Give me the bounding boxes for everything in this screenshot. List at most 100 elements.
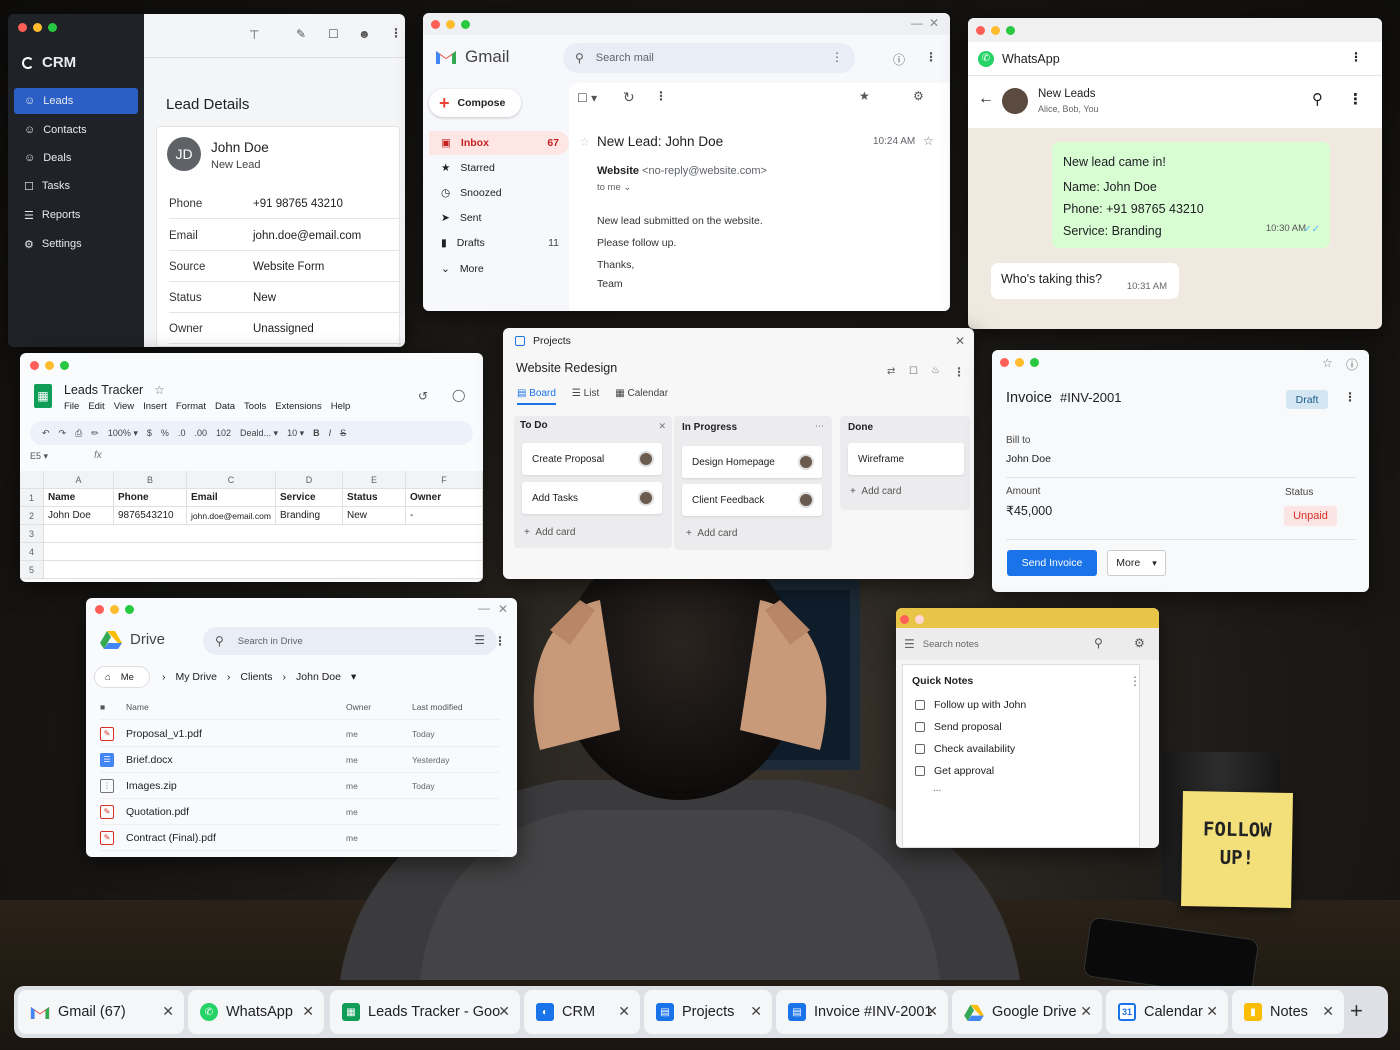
checklist-item[interactable]: Follow up with John [915, 699, 1026, 711]
recipient-line[interactable]: to me ⌄ [597, 182, 631, 193]
bell-icon[interactable]: ♨ [931, 365, 940, 376]
close-dot[interactable] [1000, 358, 1009, 367]
sidebar-item-leads[interactable]: ☺ Leads [14, 88, 138, 114]
pin-icon[interactable]: ☆ [1322, 356, 1333, 370]
close-dot[interactable] [431, 20, 440, 29]
message-bubble-outgoing[interactable]: New lead came in! Name: John Doe Phone: … [1052, 142, 1330, 248]
undo-icon[interactable]: ↶ [42, 428, 50, 439]
tab-calendar[interactable]: 31 Calendar ✕ [1106, 990, 1228, 1034]
strikethrough-button[interactable]: S [340, 428, 346, 438]
close-dot[interactable] [30, 361, 39, 370]
user-icon[interactable]: ☻ [358, 27, 371, 41]
message-bubble-incoming[interactable]: Who's taking this? 10:31 AM [991, 263, 1179, 299]
table-cell[interactable]: Phone [114, 489, 187, 507]
minimize-dot[interactable] [33, 23, 42, 32]
menu-format[interactable]: Format [176, 401, 206, 412]
file-row[interactable]: ✎ Proposal_v1.pdf me Today [100, 721, 500, 747]
select-checkbox-icon[interactable]: ☐ ▾ [577, 91, 597, 105]
tab-leads-tracker[interactable]: ▦ Leads Tracker - Goo ✕ [330, 990, 520, 1034]
close-tab-icon[interactable]: ✕ [1080, 1003, 1092, 1020]
nav-more[interactable]: ⌄ More [429, 257, 569, 281]
close-tab-icon[interactable]: ✕ [162, 1003, 174, 1020]
search-icon[interactable]: ⚲ [1094, 636, 1103, 650]
currency-button[interactable]: $ [147, 428, 152, 438]
more-button[interactable]: More ▾ [1107, 550, 1166, 576]
menu-extensions[interactable]: Extensions [275, 401, 321, 412]
tab-gmail[interactable]: Gmail (67) ✕ [18, 990, 184, 1034]
minimize-icon[interactable]: — [911, 16, 923, 30]
tab-list[interactable]: ☰ List [572, 388, 599, 405]
row-header[interactable]: 2 [20, 507, 44, 525]
maximize-dot[interactable] [125, 605, 134, 614]
close-tab-icon[interactable]: ✕ [302, 1003, 314, 1020]
table-cell[interactable]: John Doe [44, 507, 114, 525]
print-icon[interactable]: ⎙ [75, 428, 82, 439]
note-icon[interactable]: ☐ [328, 27, 339, 41]
settings-icon[interactable]: ⚙ [1134, 636, 1145, 650]
tab-projects[interactable]: ▤ Projects ✕ [644, 990, 772, 1034]
tab-notes[interactable]: ▮ Notes ✕ [1232, 990, 1344, 1034]
maximize-dot[interactable] [1006, 26, 1015, 35]
tab-whatsapp[interactable]: ✆ WhatsApp ✕ [188, 990, 324, 1034]
table-cell[interactable]: john.doe@email.com [187, 507, 276, 525]
checkbox[interactable] [915, 722, 925, 732]
compose-button[interactable]: + Compose [429, 89, 521, 117]
nav-drafts[interactable]: ▮ Drafts 11 [429, 231, 569, 255]
menu-icon[interactable]: ☰ [904, 637, 915, 651]
row-header[interactable]: 3 [20, 525, 44, 543]
chevron-down-icon[interactable]: ▾ [351, 671, 356, 683]
close-dot[interactable] [976, 26, 985, 35]
name-box[interactable]: E5 ▾ [30, 451, 48, 462]
tab-calendar[interactable]: ▦ Calendar [615, 388, 668, 405]
help-icon[interactable]: ⓘ [893, 51, 905, 68]
close-icon[interactable]: ✕ [929, 16, 939, 30]
task-card[interactable]: Wireframe [848, 443, 964, 475]
more-vert-icon[interactable]: ⋮ [390, 26, 402, 40]
refresh-icon[interactable]: ↻ [623, 89, 635, 106]
col-header[interactable]: F [406, 471, 483, 489]
filter-icon[interactable]: ☰ [474, 633, 485, 647]
table-cell[interactable]: 9876543210 [114, 507, 187, 525]
more-vert-icon[interactable]: ⋮ [1344, 390, 1356, 404]
sidebar-item-contacts[interactable]: ☺ Contacts [14, 117, 138, 143]
italic-button[interactable]: I [329, 428, 332, 438]
menu-help[interactable]: Help [331, 401, 351, 412]
more-vert-icon[interactable]: ⋮ [953, 365, 965, 379]
more-vert-icon[interactable]: ⋮ [925, 50, 937, 64]
send-invoice-button[interactable]: Send Invoice [1007, 550, 1097, 576]
minimize-dot[interactable] [915, 615, 924, 624]
decrease-decimal-button[interactable]: .0 [178, 428, 186, 438]
filter-icon[interactable]: ⊤ [249, 28, 259, 42]
sheet-title[interactable]: Leads Tracker [64, 383, 143, 397]
tab-google-drive[interactable]: Google Drive ✕ [952, 990, 1102, 1034]
add-card-button[interactable]: + Add card [686, 528, 737, 539]
info-icon[interactable]: ⓘ [1346, 356, 1358, 373]
minimize-dot[interactable] [1015, 358, 1024, 367]
col-header[interactable]: A [44, 471, 114, 489]
group-avatar[interactable] [1002, 88, 1028, 114]
history-icon[interactable]: ↺ [418, 389, 428, 403]
checkbox[interactable] [915, 700, 925, 710]
empty-row[interactable] [44, 543, 483, 561]
add-card-button[interactable]: + Add card [524, 527, 575, 538]
tab-board[interactable]: ▤ Board [517, 388, 556, 405]
close-tab-icon[interactable]: ✕ [618, 1003, 630, 1020]
minimize-dot[interactable] [45, 361, 54, 370]
task-card[interactable]: Add Tasks [522, 482, 662, 514]
close-icon[interactable]: ✕ [955, 334, 965, 348]
increase-decimal-button[interactable]: .00 [194, 428, 207, 438]
more-horiz-icon[interactable]: ⋯ [815, 421, 824, 432]
col-header[interactable]: E [343, 471, 406, 489]
more-vert-icon[interactable]: ⋮ [1350, 50, 1362, 64]
close-tab-icon[interactable]: ✕ [926, 1003, 938, 1020]
nav-snoozed[interactable]: ◷ Snoozed [429, 181, 569, 205]
table-cell[interactable]: Name [44, 489, 114, 507]
file-row[interactable]: ✎ Contract (Final).pdf me [100, 825, 500, 851]
menu-file[interactable]: File [64, 401, 79, 412]
star-outline-icon[interactable]: ☆ [923, 134, 934, 148]
sidebar-item-settings[interactable]: ⚙ Settings [14, 231, 138, 257]
nav-starred[interactable]: ★ Starred [429, 156, 569, 180]
sidebar-item-tasks[interactable]: ☐ Tasks [14, 173, 138, 199]
paint-format-icon[interactable]: ✏ [91, 428, 99, 439]
task-card[interactable]: Design Homepage [682, 446, 822, 478]
